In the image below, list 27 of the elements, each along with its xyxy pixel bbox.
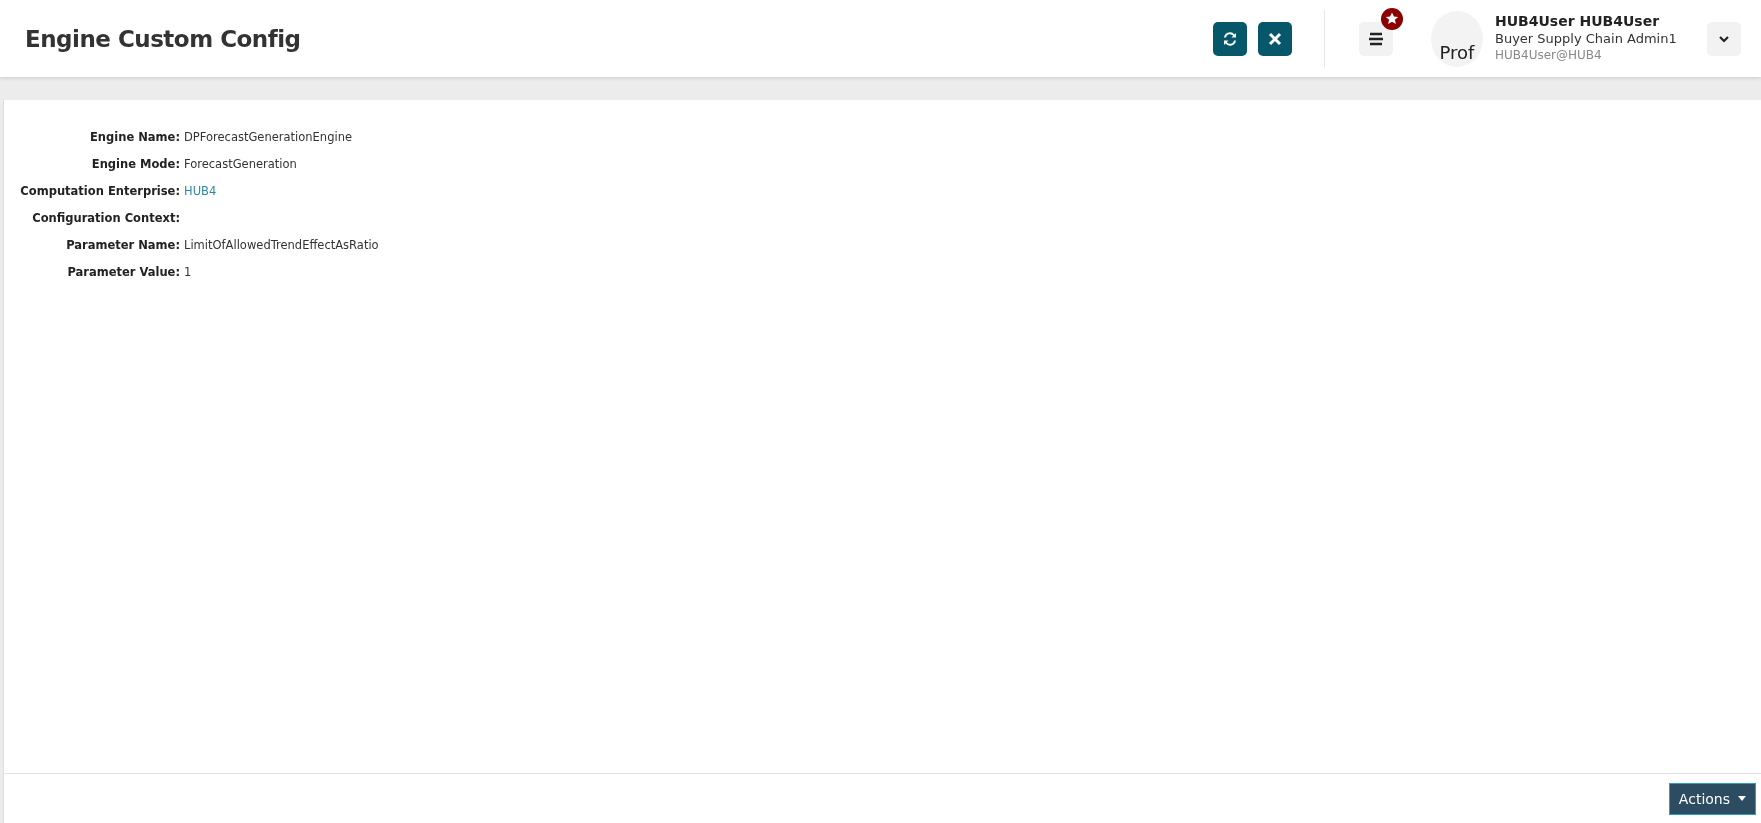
- user-name: HUB4User HUB4User: [1495, 13, 1661, 30]
- user-dropdown-button[interactable]: [1707, 21, 1741, 56]
- refresh-icon: [1221, 29, 1239, 48]
- field-label: Parameter Name:: [65, 238, 180, 252]
- page-title: Engine Custom Config: [25, 25, 301, 52]
- star-badge-icon: [1381, 7, 1403, 30]
- close-icon: [1268, 31, 1282, 46]
- field-value: DPForecastGenerationEngine: [184, 130, 353, 144]
- field-value: ForecastGeneration: [184, 157, 297, 171]
- chevron-down-icon: [1718, 34, 1730, 43]
- user-role: Buyer Supply Chain Admin1: [1495, 30, 1678, 47]
- field-label: Parameter Value:: [66, 265, 180, 279]
- menu-button[interactable]: [1359, 21, 1393, 56]
- field-value: LimitOfAllowedTrendEffectAsRatio: [184, 238, 379, 252]
- field-value-link[interactable]: HUB4: [184, 184, 217, 198]
- actions-button[interactable]: Actions: [1668, 782, 1756, 815]
- menu-icon: [1368, 31, 1384, 46]
- field-value: 1: [184, 265, 192, 279]
- caret-icon: [1738, 796, 1746, 801]
- close-button[interactable]: [1258, 21, 1292, 56]
- refresh-button[interactable]: [1213, 21, 1247, 56]
- field-label: Configuration Context:: [31, 211, 180, 225]
- user-login: HUB4User@HUB4: [1495, 47, 1603, 64]
- field-label: Engine Mode:: [90, 157, 180, 171]
- avatar-alt-text: Prof: [1439, 42, 1475, 63]
- field-label: Computation Enterprise:: [19, 184, 180, 198]
- field-label: Engine Name:: [89, 130, 180, 144]
